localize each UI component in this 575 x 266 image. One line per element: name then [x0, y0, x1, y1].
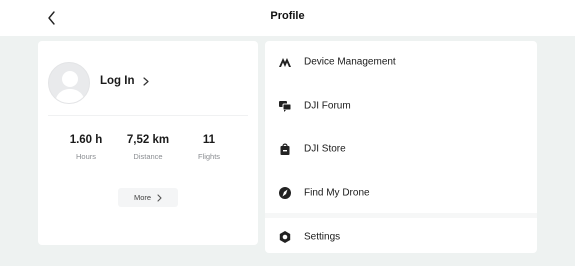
stat-value: 1.60 h — [69, 134, 103, 146]
login-label: Log In — [100, 75, 135, 87]
page-title: Profile — [270, 10, 305, 22]
store-bag-icon — [278, 142, 292, 156]
more-label: More — [133, 193, 152, 202]
dji-logo-icon — [278, 55, 292, 69]
user-silhouette-icon — [55, 71, 85, 103]
menu-card: Device Management DJI Forum DJI Store Fi… — [265, 41, 537, 253]
stat-hours: 1.60 h Hours — [56, 134, 116, 161]
menu-item-label: Settings — [304, 231, 341, 243]
stat-label: Flights — [197, 152, 221, 161]
divider — [265, 213, 537, 218]
menu-item-dji-store[interactable]: DJI Store — [265, 131, 537, 167]
find-drone-icon — [278, 186, 292, 200]
top-bar: Profile — [0, 0, 575, 36]
more-button[interactable]: More — [118, 188, 178, 207]
menu-item-find-my-drone[interactable]: Find My Drone — [265, 175, 537, 211]
stat-label: Hours — [75, 152, 96, 161]
menu-item-label: Device Management — [304, 56, 396, 68]
account-card: Log In 1.60 h Hours 7,52 km Distance 11 … — [38, 41, 258, 245]
menu-item-settings[interactable]: Settings — [265, 219, 537, 255]
stat-value: 11 — [202, 134, 216, 146]
chevron-right-icon — [157, 193, 162, 202]
menu-item-label: DJI Forum — [304, 100, 351, 112]
menu-item-dji-forum[interactable]: DJI Forum — [265, 88, 537, 124]
login-link[interactable]: Log In — [100, 75, 149, 87]
menu-item-device-management[interactable]: Device Management — [265, 44, 537, 80]
stat-flights: 11 Flights — [179, 134, 239, 161]
chevron-right-icon — [142, 76, 149, 86]
divider — [48, 115, 248, 116]
settings-gear-icon — [278, 230, 292, 244]
forum-icon — [278, 99, 292, 113]
stat-label: Distance — [133, 152, 163, 161]
menu-item-label: DJI Store — [304, 143, 346, 155]
menu-item-label: Find My Drone — [304, 187, 370, 199]
stat-distance: 7,52 km Distance — [118, 134, 178, 161]
stat-value: 7,52 km — [126, 134, 170, 146]
avatar[interactable] — [48, 62, 90, 104]
